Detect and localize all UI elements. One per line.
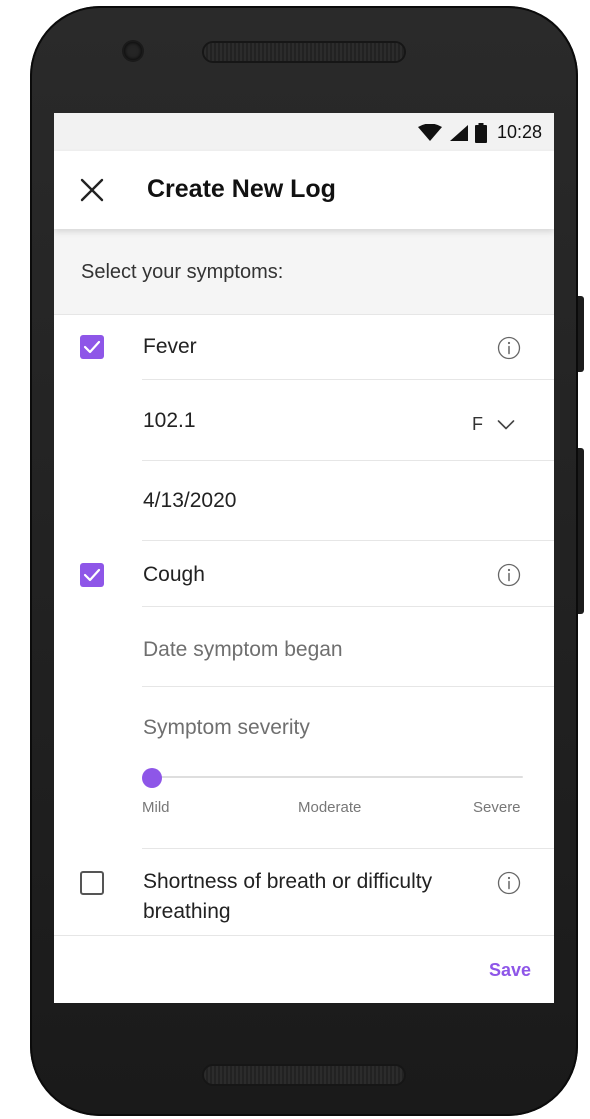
- phone-speaker: [204, 1066, 404, 1084]
- shortness-of-breath-label-line2: breathing: [143, 900, 231, 923]
- divider: [54, 935, 554, 936]
- shortness-of-breath-info-button[interactable]: [497, 871, 521, 895]
- status-bar: 10:28: [54, 113, 554, 151]
- save-button[interactable]: Save: [489, 960, 531, 981]
- divider: [142, 540, 554, 541]
- check-icon: [83, 340, 101, 354]
- cough-label: Cough: [143, 563, 205, 586]
- severity-label: Symptom severity: [143, 716, 310, 739]
- info-icon: [497, 563, 521, 587]
- cough-date-input[interactable]: Date symptom began: [143, 638, 343, 662]
- fever-checkbox[interactable]: [80, 335, 104, 359]
- divider: [142, 379, 554, 380]
- status-time: 10:28: [496, 122, 542, 142]
- info-icon: [497, 336, 521, 360]
- battery-icon: [474, 122, 487, 143]
- app-bar: Create New Log: [54, 151, 554, 229]
- section-header-label: Select your symptoms:: [81, 261, 284, 283]
- divider: [142, 686, 554, 687]
- fever-info-button[interactable]: [497, 336, 521, 360]
- fever-label: Fever: [143, 335, 197, 358]
- phone-side-button: [578, 448, 584, 614]
- divider: [142, 606, 554, 607]
- shortness-of-breath-label: Shortness of breath or difficulty: [143, 870, 433, 893]
- front-camera: [124, 42, 142, 60]
- chevron-down-icon: [497, 419, 515, 429]
- divider: [142, 460, 554, 461]
- shortness-of-breath-checkbox[interactable]: [80, 871, 104, 895]
- cough-info-button[interactable]: [497, 563, 521, 587]
- close-icon: [80, 178, 104, 202]
- temperature-input[interactable]: 102.1: [143, 409, 196, 433]
- severity-slider-track[interactable]: [152, 776, 523, 778]
- page-title: Create New Log: [147, 175, 336, 203]
- wifi-icon: [417, 123, 442, 141]
- cough-checkbox[interactable]: [80, 563, 104, 587]
- temperature-unit-select[interactable]: F: [472, 414, 515, 435]
- fever-date-input[interactable]: 4/13/2020: [143, 489, 236, 513]
- severity-scale-mild: Mild: [142, 799, 170, 816]
- screen: 10:28 Create New Log Select your symptom…: [54, 113, 554, 1003]
- section-header: Select your symptoms:: [54, 229, 554, 315]
- severity-scale-severe: Severe: [473, 799, 521, 816]
- phone-side-button: [578, 296, 584, 372]
- severity-scale-moderate: Moderate: [298, 799, 362, 816]
- temperature-unit-value: F: [472, 414, 483, 434]
- phone-speaker: [204, 43, 404, 61]
- info-icon: [497, 871, 521, 895]
- check-icon: [83, 568, 101, 582]
- divider: [142, 848, 554, 849]
- severity-slider-thumb[interactable]: [142, 768, 162, 788]
- signal-icon: [449, 124, 468, 141]
- close-button[interactable]: [78, 176, 106, 204]
